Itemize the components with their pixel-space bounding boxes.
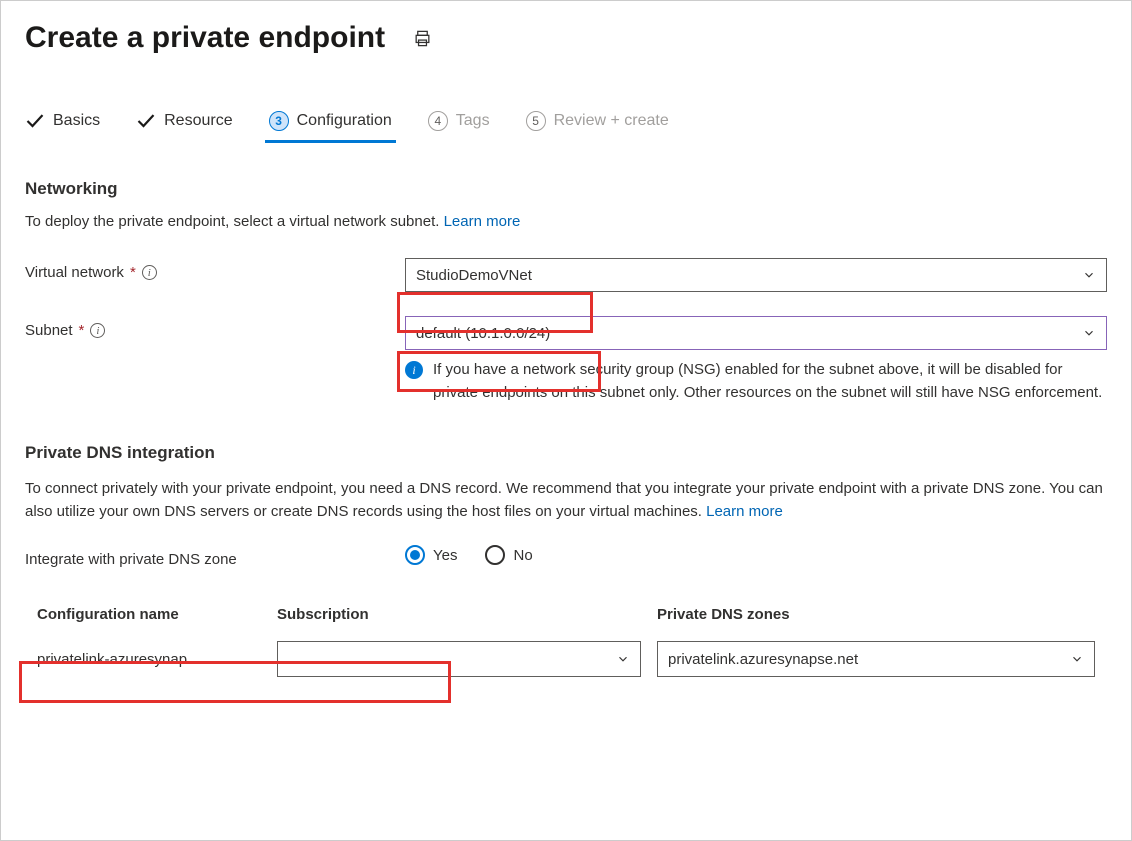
page-title: Create a private endpoint [25,21,385,55]
chevron-down-icon [1082,268,1096,282]
tab-label: Basics [53,112,100,130]
tab-label: Tags [456,112,490,130]
vnet-value: StudioDemoVNet [416,267,532,284]
chevron-down-icon [1070,652,1084,666]
radio-no-label: No [513,547,532,564]
radio-yes-label: Yes [433,547,457,564]
nsg-note: If you have a network security group (NS… [433,358,1107,405]
tab-label: Configuration [297,112,392,130]
tab-review-create[interactable]: 5 Review + create [526,111,669,141]
tab-resource[interactable]: Resource [136,111,232,141]
step-number: 4 [428,111,448,131]
step-number: 3 [269,111,289,131]
tab-label: Resource [164,112,232,130]
dns-learn-more-link[interactable]: Learn more [706,503,783,520]
section-dns-heading: Private DNS integration [25,443,1107,463]
cell-configuration-name: privatelink-azuresynap... [37,651,277,668]
networking-intro-text: To deploy the private endpoint, select a… [25,213,444,230]
subnet-value: default (10.1.0.0/24) [416,325,550,342]
vnet-dropdown[interactable]: StudioDemoVNet [405,258,1107,292]
tab-tags[interactable]: 4 Tags [428,111,490,141]
dns-intro: To connect privately with your private e… [25,477,1107,524]
required-asterisk: * [130,264,136,281]
col-header-configuration-name: Configuration name [37,606,277,623]
integrate-dns-label: Integrate with private DNS zone [25,551,237,568]
private-dns-zone-dropdown[interactable]: privatelink.azuresynapse.net [657,641,1095,677]
dns-zones-table: Configuration name Subscription Private … [25,598,1107,687]
subnet-label: Subnet [25,322,73,339]
required-asterisk: * [79,322,85,339]
step-number: 5 [526,111,546,131]
tab-configuration[interactable]: 3 Configuration [269,111,392,141]
vnet-label: Virtual network [25,264,124,281]
tab-label: Review + create [554,112,669,130]
check-icon [25,111,45,131]
check-icon [136,111,156,131]
table-row: privatelink-azuresynap... privatelink.az… [25,631,1107,687]
col-header-private-dns-zones: Private DNS zones [657,606,1095,623]
subscription-dropdown[interactable] [277,641,641,677]
private-dns-zone-value: privatelink.azuresynapse.net [668,651,858,668]
col-header-subscription: Subscription [277,606,657,623]
info-icon: i [405,361,423,379]
dns-intro-text: To connect privately with your private e… [25,480,1103,520]
chevron-down-icon [616,652,630,666]
section-networking-heading: Networking [25,179,1107,199]
tab-basics[interactable]: Basics [25,111,100,141]
print-icon[interactable] [413,29,432,48]
chevron-down-icon [1082,326,1096,340]
subnet-dropdown[interactable]: default (10.1.0.0/24) [405,316,1107,350]
info-icon[interactable]: i [142,265,157,280]
radio-no[interactable]: No [485,545,532,565]
wizard-tabs: Basics Resource 3 Configuration 4 Tags 5… [25,111,1107,141]
networking-learn-more-link[interactable]: Learn more [444,213,521,230]
networking-intro: To deploy the private endpoint, select a… [25,213,1107,230]
info-icon[interactable]: i [90,323,105,338]
active-underline [265,140,396,143]
radio-yes[interactable]: Yes [405,545,457,565]
